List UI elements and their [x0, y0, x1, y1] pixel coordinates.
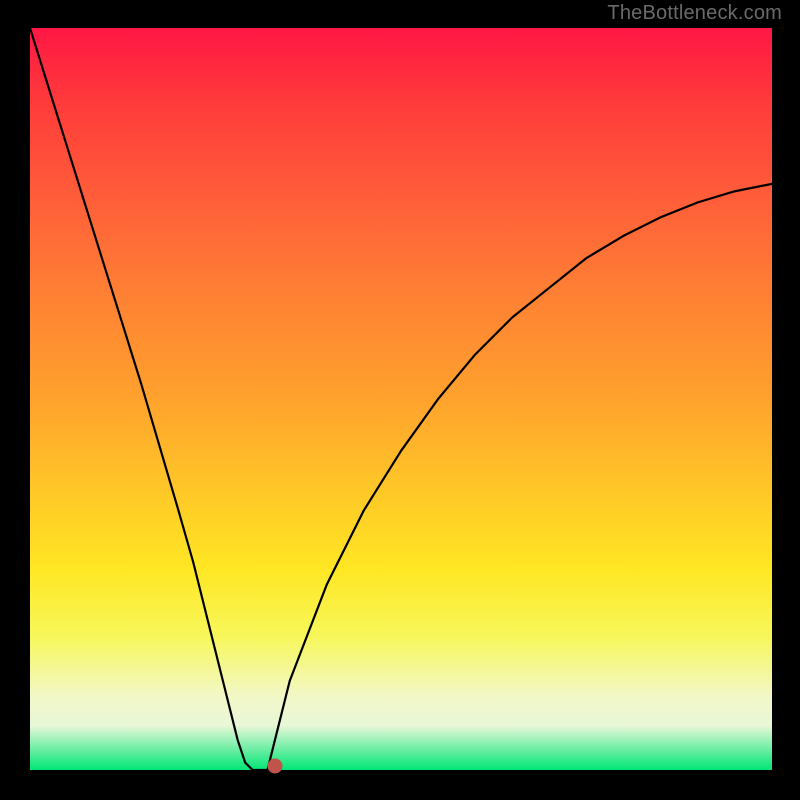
optimal-point-marker — [267, 759, 282, 774]
plot-area — [30, 28, 772, 770]
watermark-text: TheBottleneck.com — [607, 2, 782, 25]
chart-container: TheBottleneck.com — [0, 0, 800, 800]
bottleneck-curve — [30, 28, 772, 770]
